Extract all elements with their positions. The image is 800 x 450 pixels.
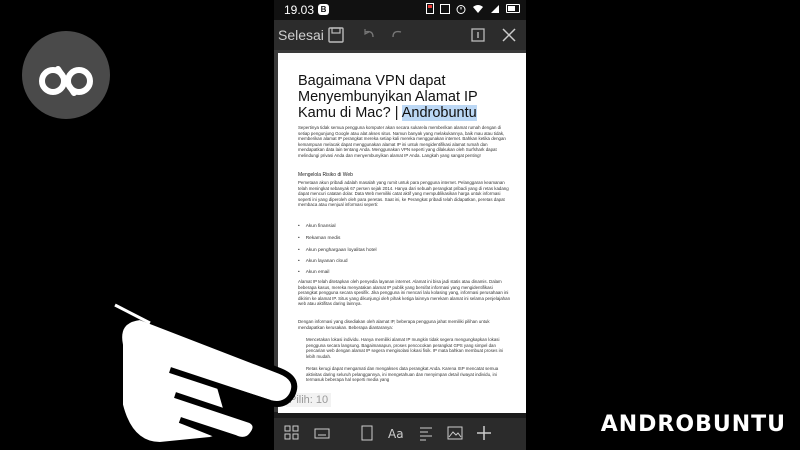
screenshot-icon [440, 3, 450, 14]
document-page[interactable]: Bagaimana VPN dapat Menyembunyikan Alama… [278, 53, 526, 413]
svg-text:Aa: Aa [388, 427, 404, 441]
list-item[interactable]: Akun finansial [298, 224, 336, 229]
document-area[interactable]: Bagaimana VPN dapat Menyembunyikan Alama… [274, 50, 526, 413]
watermark-text: ANDROBUNTU [600, 412, 786, 437]
done-button[interactable]: Selesai [278, 27, 324, 43]
androbuntu-logo [22, 31, 110, 119]
status-bar: 19.03 B [274, 0, 526, 20]
image-icon[interactable] [447, 425, 463, 441]
align-icon[interactable] [418, 425, 434, 441]
list-item[interactable]: Rekaman medis [298, 236, 341, 241]
keyboard-icon[interactable] [314, 425, 330, 441]
status-icons [426, 3, 520, 14]
paragraph-4[interactable]: Dengan informasi yang disediakan oleh al… [298, 319, 510, 330]
document-title[interactable]: Bagaimana VPN dapat Menyembunyikan Alama… [298, 73, 508, 121]
alarm-icon [456, 4, 466, 14]
paragraph-1[interactable]: Sepertinya tidak semua pengguna komputer… [298, 125, 510, 159]
save-icon[interactable] [327, 26, 345, 44]
pointing-hand-icon [114, 303, 298, 448]
phone-screen: 19.03 B Selesai Bagaimana VPN dapat Meny… [274, 0, 526, 450]
notification-badge-icon: B [318, 4, 329, 15]
status-time: 19.03 [284, 3, 315, 17]
wifi-icon [473, 4, 483, 13]
list-item[interactable]: Akun penghargaan loyalitas hotel [298, 248, 377, 253]
battery-icon [506, 4, 520, 13]
sim-icon [426, 3, 434, 14]
signal-icon [491, 4, 499, 13]
font-icon[interactable]: Aa [388, 425, 404, 441]
redo-icon[interactable] [388, 26, 406, 44]
page-icon[interactable] [359, 425, 375, 441]
undo-icon[interactable] [360, 26, 378, 44]
editor-toolbar: Selesai [274, 20, 526, 50]
section-heading[interactable]: Mengelola Risiko di Web [298, 172, 353, 178]
paragraph-3[interactable]: Alamat IP telah ditetapkan oleh penyedia… [298, 279, 510, 307]
bottom-toolbar: Aa [274, 418, 526, 450]
list-item[interactable]: Retas kerugi dapat mengamati dan mengaks… [306, 366, 510, 383]
add-icon[interactable] [476, 425, 492, 441]
list-item[interactable]: Akun layanan cloud [298, 259, 348, 264]
info-icon[interactable] [469, 26, 487, 44]
list-item[interactable]: Mencetakan lokasi individu. Hanya memili… [306, 337, 510, 359]
paragraph-2[interactable]: Pemetaan akun pribadi adalah masalah yan… [298, 180, 510, 208]
close-icon[interactable] [500, 26, 518, 44]
selected-text[interactable]: Androbuntu [401, 105, 477, 121]
